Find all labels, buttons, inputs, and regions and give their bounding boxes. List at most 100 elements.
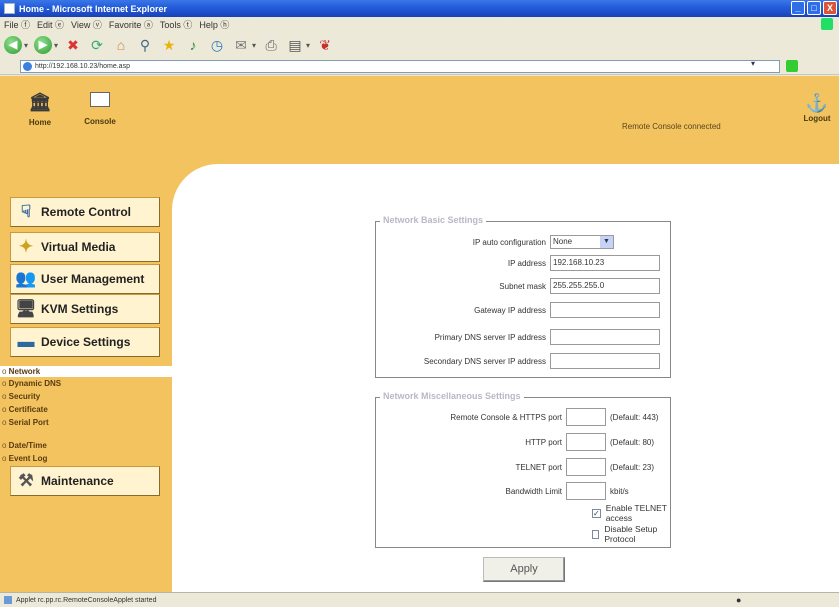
mail-dropdown-icon[interactable]: ▾ [252, 41, 256, 50]
messenger-icon[interactable]: ❦ [316, 36, 334, 54]
menu-edit[interactable]: Edit ⓔ [37, 18, 64, 31]
user-management-icon: 👥 [15, 269, 37, 288]
telnet-port-label: TELNET port [515, 462, 562, 472]
misc-legend: Network Miscellaneous Settings [380, 391, 524, 401]
device-settings-icon: ▬ [17, 332, 35, 351]
applet-status-icon [4, 596, 12, 604]
nav-user-management[interactable]: 👥 User Management [10, 264, 160, 294]
window-title: Home - Microsoft Internet Explorer [19, 3, 168, 14]
dns1-input[interactable] [550, 329, 660, 345]
logout-button[interactable]: ⚓ Logout [797, 92, 837, 123]
http-port-row: HTTP port (Default: 80) [376, 433, 654, 451]
sublink-dynamic-dns[interactable]: Dynamic DNS [2, 379, 61, 388]
https-port-default: (Default: 443) [610, 412, 659, 422]
window-titlebar: Home - Microsoft Internet Explorer _ □ X [0, 0, 839, 17]
go-icon[interactable] [786, 60, 798, 72]
bandwidth-unit: kbit/s [610, 486, 629, 496]
favorites-icon[interactable]: ★ [160, 36, 178, 54]
nav-label: KVM Settings [41, 302, 119, 316]
dns1-row: Primary DNS server IP address [376, 328, 660, 346]
sidebar [0, 164, 172, 592]
basic-legend: Network Basic Settings [380, 215, 487, 225]
sublink-network[interactable]: Network [2, 367, 41, 376]
menu-bar: File ⓕ Edit ⓔ View ⓥ Favorite ⓐ Tools ⓣ … [0, 17, 839, 32]
status-text: Applet rc.pp.rc.RemoteConsoleApplet star… [16, 596, 157, 604]
edit-icon[interactable]: ▤ [286, 36, 304, 54]
forward-dropdown-icon[interactable]: ▾ [54, 41, 58, 50]
home-icon[interactable]: ⌂ [112, 36, 130, 54]
disable-setup-checkbox[interactable] [592, 529, 600, 539]
back-dropdown-icon[interactable]: ▾ [24, 41, 28, 50]
sublink-serial-port[interactable]: Serial Port [2, 418, 49, 427]
enable-telnet-label: Enable TELNET access [605, 503, 667, 523]
search-icon[interactable]: ⚲ [136, 36, 154, 54]
sublink-certificate[interactable]: Certificate [2, 405, 48, 414]
sublink-event-log[interactable]: Event Log [2, 454, 48, 463]
dns2-label: Secondary DNS server IP address [423, 356, 546, 366]
http-port-input[interactable] [566, 433, 606, 451]
gateway-label: Gateway IP address [474, 305, 546, 315]
address-dropdown-icon[interactable]: ▾ [751, 59, 755, 68]
remote-control-icon: ☟ [20, 202, 32, 221]
page-icon [23, 61, 32, 71]
menu-favorites[interactable]: Favorite ⓐ [109, 18, 153, 31]
page-header: 🏛 Home Console Remote Console connected … [0, 76, 839, 164]
nav-kvm-settings[interactable]: 🖥 KVM Settings [10, 294, 160, 324]
telnet-port-default: (Default: 23) [610, 462, 655, 472]
menu-file[interactable]: File ⓕ [4, 18, 30, 31]
gateway-input[interactable] [550, 302, 660, 318]
menu-view[interactable]: View ⓥ [71, 18, 102, 31]
back-icon[interactable]: ◀ [4, 36, 22, 54]
stop-icon[interactable]: ✖ [64, 36, 82, 54]
console-nav-button[interactable]: Console [70, 92, 130, 126]
sublink-security[interactable]: Security [2, 392, 41, 401]
ip-address-input[interactable]: 192.168.10.23 [550, 255, 660, 271]
https-port-input[interactable] [566, 408, 606, 426]
dns2-input[interactable] [550, 353, 660, 369]
subnet-input[interactable]: 255.255.255.0 [550, 278, 660, 294]
address-url: http://192.168.10.23/home.asp [35, 62, 130, 70]
address-bar: http://192.168.10.23/home.asp ▾ [0, 58, 839, 75]
media-icon[interactable]: ♪ [184, 36, 202, 54]
ip-auto-select[interactable]: None ▼ [550, 235, 614, 249]
apply-button[interactable]: Apply [483, 557, 565, 582]
history-icon[interactable]: ◷ [208, 36, 226, 54]
ip-address-label: IP address [507, 258, 546, 268]
status-bar: Applet rc.pp.rc.RemoteConsoleApplet star… [0, 592, 839, 607]
edit-dropdown-icon[interactable]: ▾ [306, 41, 310, 50]
bandwidth-row: Bandwidth Limit kbit/s [376, 482, 629, 500]
menu-tools[interactable]: Tools ⓣ [160, 18, 193, 31]
anchor-icon: ⚓ [805, 93, 829, 113]
disable-setup-row: Disable Setup Protocol [592, 524, 670, 544]
print-icon[interactable]: ⎙ [262, 36, 280, 54]
telnet-port-row: TELNET port (Default: 23) [376, 458, 654, 476]
mail-icon[interactable]: ✉ [232, 36, 250, 54]
nav-virtual-media[interactable]: ✦ Virtual Media [10, 232, 160, 262]
nav-maintenance[interactable]: ⚒ Maintenance [10, 466, 160, 496]
close-button[interactable]: X [823, 1, 837, 15]
nav-label: Virtual Media [41, 240, 116, 254]
enable-telnet-checkbox[interactable]: ✓ [592, 508, 601, 518]
nav-device-settings[interactable]: ▬ Device Settings [10, 327, 160, 357]
bandwidth-label: Bandwidth Limit [505, 486, 562, 496]
nav-remote-control[interactable]: ☟ Remote Control [10, 197, 160, 227]
address-input[interactable]: http://192.168.10.23/home.asp [20, 59, 780, 73]
console-status: Remote Console connected [622, 122, 721, 131]
kvm-settings-icon: 🖥 [15, 299, 37, 318]
sublink-date-time[interactable]: Date/Time [2, 441, 47, 450]
https-port-row: Remote Console & HTTPS port (Default: 44… [376, 408, 658, 426]
https-port-label: Remote Console & HTTPS port [450, 412, 562, 422]
nav-label: Device Settings [41, 335, 131, 349]
home-nav-button[interactable]: 🏛 Home [10, 92, 70, 127]
refresh-icon[interactable]: ⟳ [88, 36, 106, 54]
telnet-port-input[interactable] [566, 458, 606, 476]
network-basic-fieldset: Network Basic Settings IP auto configura… [375, 215, 671, 378]
console-window-icon [90, 92, 110, 107]
maximize-button[interactable]: □ [807, 1, 821, 15]
minimize-button[interactable]: _ [791, 1, 805, 15]
forward-icon[interactable]: ▶ [34, 36, 53, 54]
browser-toolbar: ◀ ▾ ▶ ▾ ✖ ⟳ ⌂ ⚲ ★ ♪ ◷ ✉ ▾ ⎙ ▤ ▾ ❦ [0, 32, 839, 58]
menu-help[interactable]: Help ⓗ [199, 18, 229, 31]
bandwidth-input[interactable] [566, 482, 606, 500]
gateway-row: Gateway IP address [376, 301, 660, 319]
